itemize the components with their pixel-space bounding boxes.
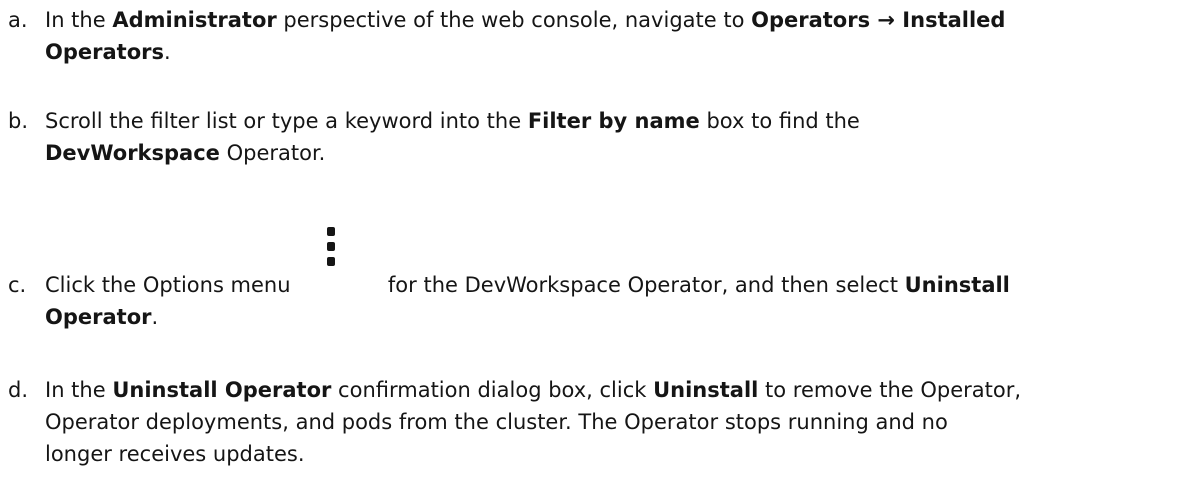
uninstall-steps-list: a. In the Administrator perspective of t… <box>0 0 1193 486</box>
step-letter: a. <box>8 8 28 32</box>
text-run: perspective of the web console, navigate… <box>276 8 752 32</box>
step-text: In the Administrator perspective of the … <box>45 4 1186 68</box>
text-run: to remove the Operator, <box>758 378 1022 402</box>
ui-term-filter-by-name: Filter by name <box>527 109 700 133</box>
step-text: In the Uninstall Operator confirmation d… <box>45 374 1186 470</box>
ui-term-menu-path-cont: Operators <box>45 40 164 64</box>
ui-term-operator: Operator <box>45 305 152 329</box>
text-run: box to find the <box>699 109 860 133</box>
ui-term-menu-path: Operators → Installed <box>751 8 1006 32</box>
kebab-menu-icon <box>297 227 381 301</box>
step-text: Click the Options menu for the DevWorksp… <box>45 227 1186 333</box>
step-letter: d. <box>8 378 29 402</box>
text-run: longer receives updates. <box>45 442 305 466</box>
text-run: Click the Options menu <box>45 273 298 297</box>
text-run: . <box>163 40 171 64</box>
ui-term-uninstall: Uninstall <box>904 273 1010 297</box>
text-run: Scroll the filter list or type a keyword… <box>45 109 528 133</box>
text-run: . <box>151 305 159 329</box>
text-run: In the <box>45 8 113 32</box>
ui-term-uninstall: Uninstall <box>653 378 759 402</box>
step-b: b. Scroll the filter list or type a keyw… <box>8 105 1186 169</box>
ui-term-devworkspace: DevWorkspace <box>45 141 220 165</box>
step-letter: c. <box>8 273 27 297</box>
text-run: confirmation dialog box, click <box>331 378 654 402</box>
text-run: for the DevWorkspace Operator, and then … <box>381 273 905 297</box>
step-text: Scroll the filter list or type a keyword… <box>45 105 1186 169</box>
text-run: Operator deployments, and pods from the … <box>45 410 948 434</box>
ui-term-administrator: Administrator <box>112 8 277 32</box>
text-run: Operator. <box>219 141 326 165</box>
text-run: In the <box>45 378 113 402</box>
step-d: d. In the Uninstall Operator confirmatio… <box>8 374 1186 470</box>
step-c: c. Click the Options menu for the DevWor… <box>8 227 1186 333</box>
step-a: a. In the Administrator perspective of t… <box>8 4 1186 68</box>
ui-term-uninstall-operator: Uninstall Operator <box>112 378 332 402</box>
step-letter: b. <box>8 109 29 133</box>
